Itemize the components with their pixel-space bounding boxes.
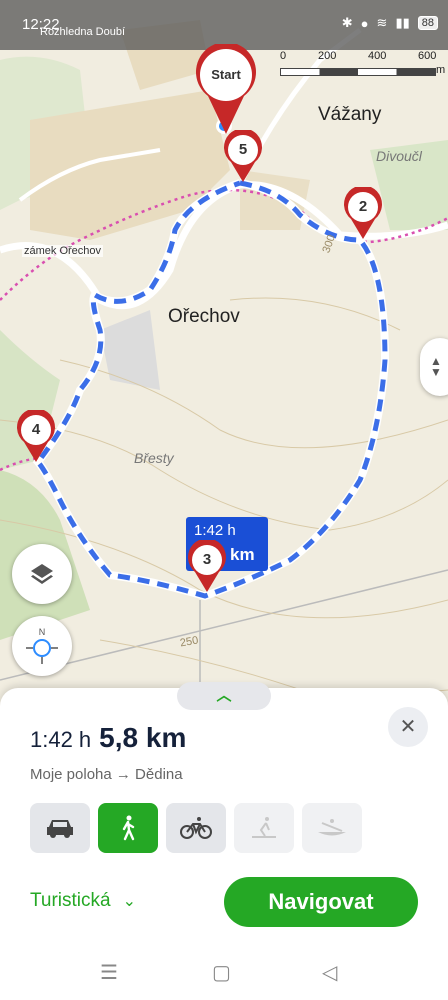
flag-distance: km	[230, 545, 255, 564]
location-icon: ●	[360, 15, 369, 31]
wifi-icon: ≋	[376, 15, 388, 30]
waypoint-number: 2	[358, 198, 368, 215]
start-marker[interactable]: Start	[194, 42, 258, 136]
waypoint-marker-2[interactable]: 2	[343, 185, 383, 239]
route-type-dropdown[interactable]: Turistická ⌄	[30, 890, 136, 912]
back-icon[interactable]: ◁	[322, 960, 337, 985]
updown-arrows-icon: ▲ ▼	[430, 354, 442, 379]
compass-button[interactable]: N	[12, 616, 72, 676]
waypoint-marker-5[interactable]: 5	[223, 128, 263, 182]
route-duration: 1:42 h	[30, 727, 92, 752]
mode-ski-button[interactable]	[234, 803, 294, 853]
flag-time: 1:42 h	[194, 522, 236, 539]
chevron-up-icon: ︿	[216, 687, 232, 704]
poi-label-top: Rozhledna Doubí	[40, 26, 126, 38]
compass-icon: N	[26, 627, 58, 664]
start-marker-label: Start	[211, 67, 241, 82]
waypoint-number: 3	[202, 551, 212, 568]
mode-walk-button[interactable]	[98, 803, 158, 853]
chevron-down-icon: ⌄	[122, 893, 136, 910]
close-button[interactable]: ✕	[388, 707, 428, 747]
poi-label-zamek: zámek Ořechov	[22, 245, 104, 257]
scale-label: 400	[368, 50, 387, 62]
waypoint-number: 4	[31, 421, 41, 438]
place-label-bresty: Břesty	[134, 450, 174, 466]
scale-unit: m	[436, 64, 446, 76]
place-label-divoucl: Divoučl	[376, 148, 422, 164]
mode-car-button[interactable]	[30, 803, 90, 853]
side-panel-handle[interactable]: ▲ ▼	[420, 338, 448, 396]
mode-canoe-button[interactable]	[302, 803, 362, 853]
mode-bike-button[interactable]	[166, 803, 226, 853]
transport-modes	[30, 803, 362, 853]
layers-icon	[31, 564, 53, 584]
status-icons: ✱ ● ≋ ▮▮ 88	[342, 15, 438, 31]
place-label-orechov: Ořechov	[168, 306, 240, 327]
screen: 12:22 ✱ ● ≋ ▮▮ 88 0 200 400 600 m Vážany…	[0, 0, 448, 1000]
route-description: Moje poloha → Dědina	[30, 766, 183, 783]
waypoint-number: 5	[238, 141, 248, 158]
route-distance: 5,8 km	[99, 722, 187, 753]
scale-label: 0	[280, 50, 287, 62]
close-icon: ✕	[399, 716, 417, 738]
map-view[interactable]: 12:22 ✱ ● ≋ ▮▮ 88 0 200 400 600 m Vážany…	[0, 0, 448, 720]
scale-rule	[280, 68, 436, 76]
status-bar: 12:22 ✱ ● ≋ ▮▮ 88	[0, 0, 448, 50]
ski-icon	[252, 817, 276, 838]
route-type-label: Turistická	[30, 890, 111, 911]
canoe-icon	[318, 819, 346, 836]
walking-icon	[122, 815, 135, 841]
waypoint-marker-3[interactable]: 3	[187, 538, 227, 592]
recents-icon[interactable]: ☰	[100, 960, 118, 985]
place-label-vazany: Vážany	[318, 104, 382, 125]
scale-label: 200	[318, 50, 337, 62]
scale-label: 600	[418, 50, 437, 62]
bicycle-icon	[180, 817, 212, 839]
system-nav-bar: ☰ ▢ ◁	[0, 950, 448, 1000]
signal-icon: ▮▮	[395, 15, 410, 30]
sheet-expand-handle[interactable]: ︿	[177, 682, 271, 710]
route-summary: 1:42 h 5,8 km	[30, 722, 186, 754]
bluetooth-icon: ✱	[341, 15, 353, 30]
waypoint-marker-4[interactable]: 4	[16, 408, 56, 462]
home-icon[interactable]: ▢	[212, 960, 231, 985]
car-icon	[47, 820, 73, 838]
svg-text:N: N	[39, 627, 46, 637]
map-scale: 0 200 400 600 m	[280, 50, 446, 84]
layers-button[interactable]	[12, 544, 72, 604]
navigate-button[interactable]: Navigovat	[224, 877, 418, 927]
battery-level: 88	[417, 16, 438, 30]
